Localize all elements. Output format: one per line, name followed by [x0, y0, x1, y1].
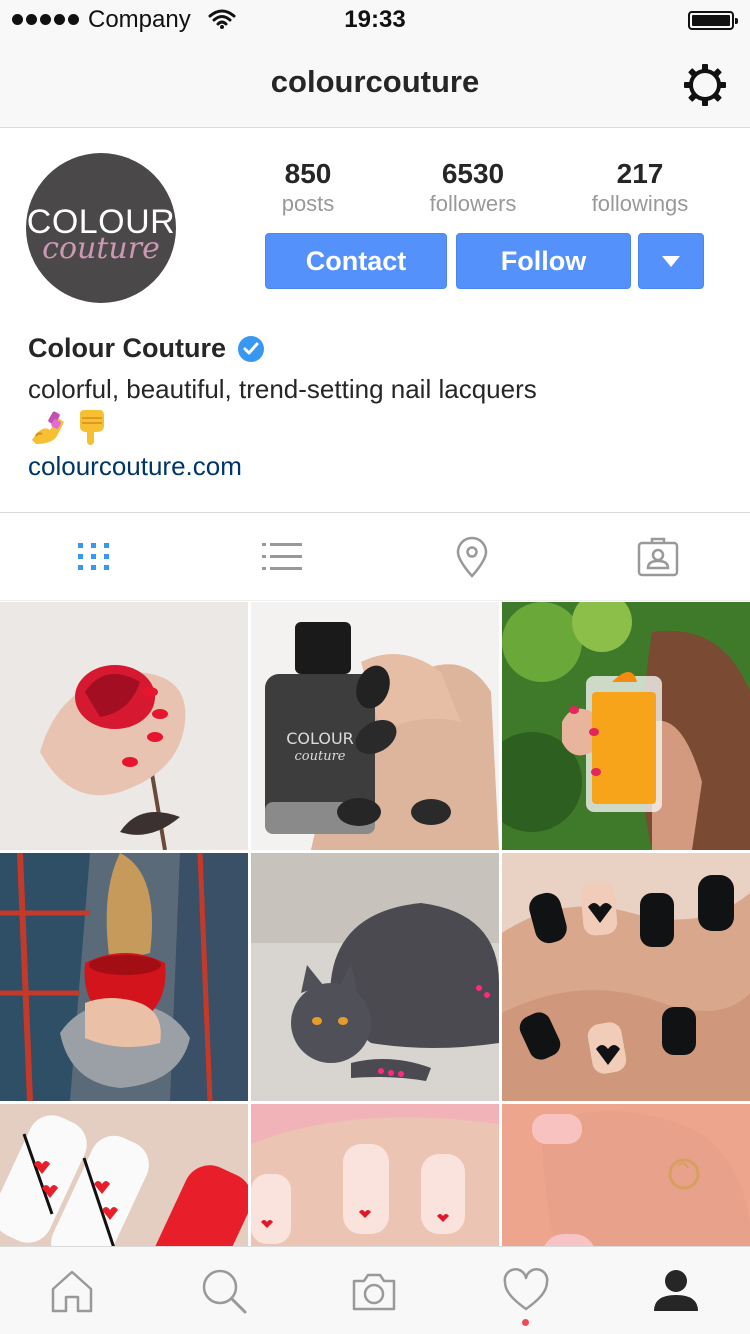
contact-button[interactable]: Contact	[265, 233, 447, 289]
nail-polish-emoji-icon	[32, 411, 64, 444]
list-icon[interactable]	[260, 535, 304, 579]
grid-post-rose[interactable]	[0, 602, 248, 850]
status-bar: Company 19:33	[0, 0, 750, 40]
gear-icon[interactable]	[682, 62, 728, 108]
post-thumbnail	[0, 1104, 248, 1246]
caret-down-icon	[662, 255, 680, 267]
photo-grid: COLOUR couture	[0, 602, 750, 1246]
activity-notification-dot	[522, 1319, 529, 1326]
posts-count: 850 posts	[223, 158, 393, 218]
post-thumbnail: COLOUR couture	[251, 602, 499, 850]
followers-count-value: 6530	[441, 158, 505, 189]
grid-post-heart-mug[interactable]	[0, 853, 248, 1101]
svg-text:COLOUR: COLOUR	[286, 729, 354, 748]
location-pin-icon[interactable]	[450, 535, 494, 579]
post-thumbnail	[0, 853, 248, 1101]
verified-badge-icon	[237, 335, 264, 362]
camera-icon[interactable]	[350, 1267, 398, 1315]
followers-count-label: followers	[429, 191, 517, 216]
status-time: 19:33	[344, 6, 406, 33]
profile-view-tabs	[0, 512, 750, 601]
profile-bio: colorful, beautiful, trend-setting nail …	[28, 374, 537, 404]
avatar-logo-line2: couture	[42, 231, 160, 266]
profile-website-link[interactable]: colourcouture.com	[28, 451, 242, 482]
bottom-tab-bar	[0, 1246, 750, 1334]
followings-count-label: followings	[591, 191, 689, 216]
post-thumbnail	[502, 853, 750, 1101]
full-name-text: Colour Couture	[28, 333, 226, 363]
profile-username-title: colourcouture	[270, 64, 480, 99]
post-thumbnail	[251, 1104, 499, 1246]
followings-count-value: 217	[616, 158, 664, 189]
search-icon[interactable]	[200, 1267, 248, 1315]
battery-icon	[688, 11, 738, 30]
pointing-down-emoji-icon	[80, 410, 104, 445]
grid-post-orange-juice[interactable]	[502, 602, 750, 850]
followers-count[interactable]: 6530 followers	[388, 158, 558, 218]
grid-icon[interactable]	[72, 535, 116, 579]
navigation-bar: colourcouture	[0, 40, 750, 128]
suggested-accounts-button[interactable]	[638, 233, 704, 289]
avatar[interactable]: COLOUR couture	[26, 153, 176, 303]
post-thumbnail	[0, 602, 248, 850]
post-thumbnail	[502, 1104, 750, 1246]
grid-post-grey-cat[interactable]	[251, 853, 499, 1101]
posts-count-value: 850	[284, 158, 332, 189]
post-thumbnail	[251, 853, 499, 1101]
profile-icon[interactable]	[652, 1267, 700, 1315]
grid-post-arrow-heart-nails[interactable]	[0, 1104, 248, 1246]
home-icon[interactable]	[48, 1267, 96, 1315]
followings-count[interactable]: 217 followings	[555, 158, 725, 218]
grid-post-black-heart-nails[interactable]	[502, 853, 750, 1101]
heart-icon[interactable]	[502, 1267, 550, 1315]
follow-button[interactable]: Follow	[456, 233, 631, 289]
grid-post-pink-nails-ring[interactable]	[502, 1104, 750, 1246]
grid-post-glitter-polish[interactable]: COLOUR couture	[251, 602, 499, 850]
bio-emoji-row	[28, 410, 106, 446]
svg-text:couture: couture	[295, 749, 346, 764]
posts-count-label: posts	[281, 191, 335, 216]
tagged-person-icon[interactable]	[636, 535, 680, 579]
profile-full-name: Colour Couture	[28, 333, 264, 364]
post-thumbnail	[502, 602, 750, 850]
grid-post-pink-heart-nails[interactable]	[251, 1104, 499, 1246]
